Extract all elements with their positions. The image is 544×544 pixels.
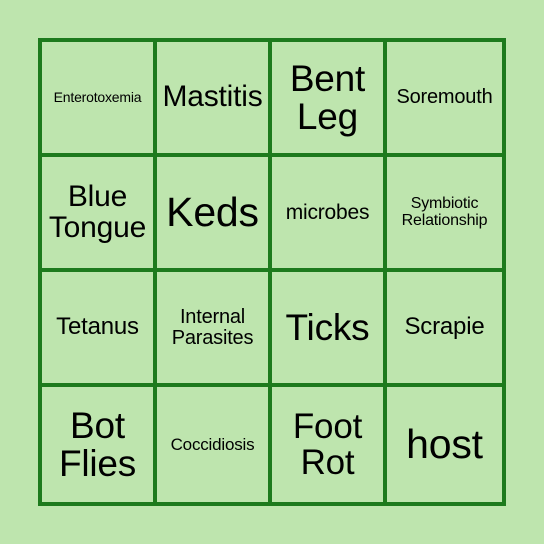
bingo-cell-label: Tetanus: [56, 313, 139, 341]
bingo-cell[interactable]: Bent Leg: [272, 42, 387, 157]
bingo-cell-label: Mastitis: [162, 80, 263, 114]
bingo-cell[interactable]: Coccidiosis: [157, 387, 272, 502]
bingo-cell[interactable]: Scrapie: [387, 272, 502, 387]
bingo-cell-label: Symbiotic Relationship: [401, 195, 488, 229]
bingo-cell[interactable]: Blue Tongue: [42, 157, 157, 272]
bingo-cell[interactable]: host: [387, 387, 502, 502]
bingo-cell[interactable]: Enterotoxemia: [42, 42, 157, 157]
bingo-cell-label: Ticks: [285, 306, 370, 348]
bingo-cell[interactable]: Mastitis: [157, 42, 272, 157]
bingo-cell[interactable]: Internal Parasites: [157, 272, 272, 387]
bingo-cell-label: Keds: [166, 188, 259, 235]
bingo-cell-label: Soremouth: [396, 86, 493, 109]
bingo-cell-label: Internal Parasites: [171, 306, 254, 349]
bingo-cell-label: Coccidiosis: [170, 434, 255, 454]
bingo-cell[interactable]: Ticks: [272, 272, 387, 387]
bingo-cell[interactable]: Tetanus: [42, 272, 157, 387]
bingo-cell-label: Enterotoxemia: [53, 89, 142, 106]
bingo-cell-label: Foot Rot: [292, 406, 363, 482]
bingo-cell-label: Bent Leg: [289, 57, 366, 137]
bingo-cell-label: host: [406, 420, 483, 467]
bingo-cell[interactable]: microbes: [272, 157, 387, 272]
bingo-card: Enterotoxemia Mastitis Bent Leg Soremouth Bl…: [38, 38, 506, 506]
bingo-cell[interactable]: Soremouth: [387, 42, 502, 157]
bingo-cell-label: Blue Tongue: [48, 179, 147, 244]
bingo-cell-label: microbes: [285, 200, 370, 224]
bingo-cell-label: Bot Flies: [58, 404, 137, 484]
bingo-cell[interactable]: Foot Rot: [272, 387, 387, 502]
bingo-cell[interactable]: Bot Flies: [42, 387, 157, 502]
bingo-cell-label: Scrapie: [404, 313, 485, 341]
bingo-cell[interactable]: Symbiotic Relationship: [387, 157, 502, 272]
bingo-cell[interactable]: Keds: [157, 157, 272, 272]
